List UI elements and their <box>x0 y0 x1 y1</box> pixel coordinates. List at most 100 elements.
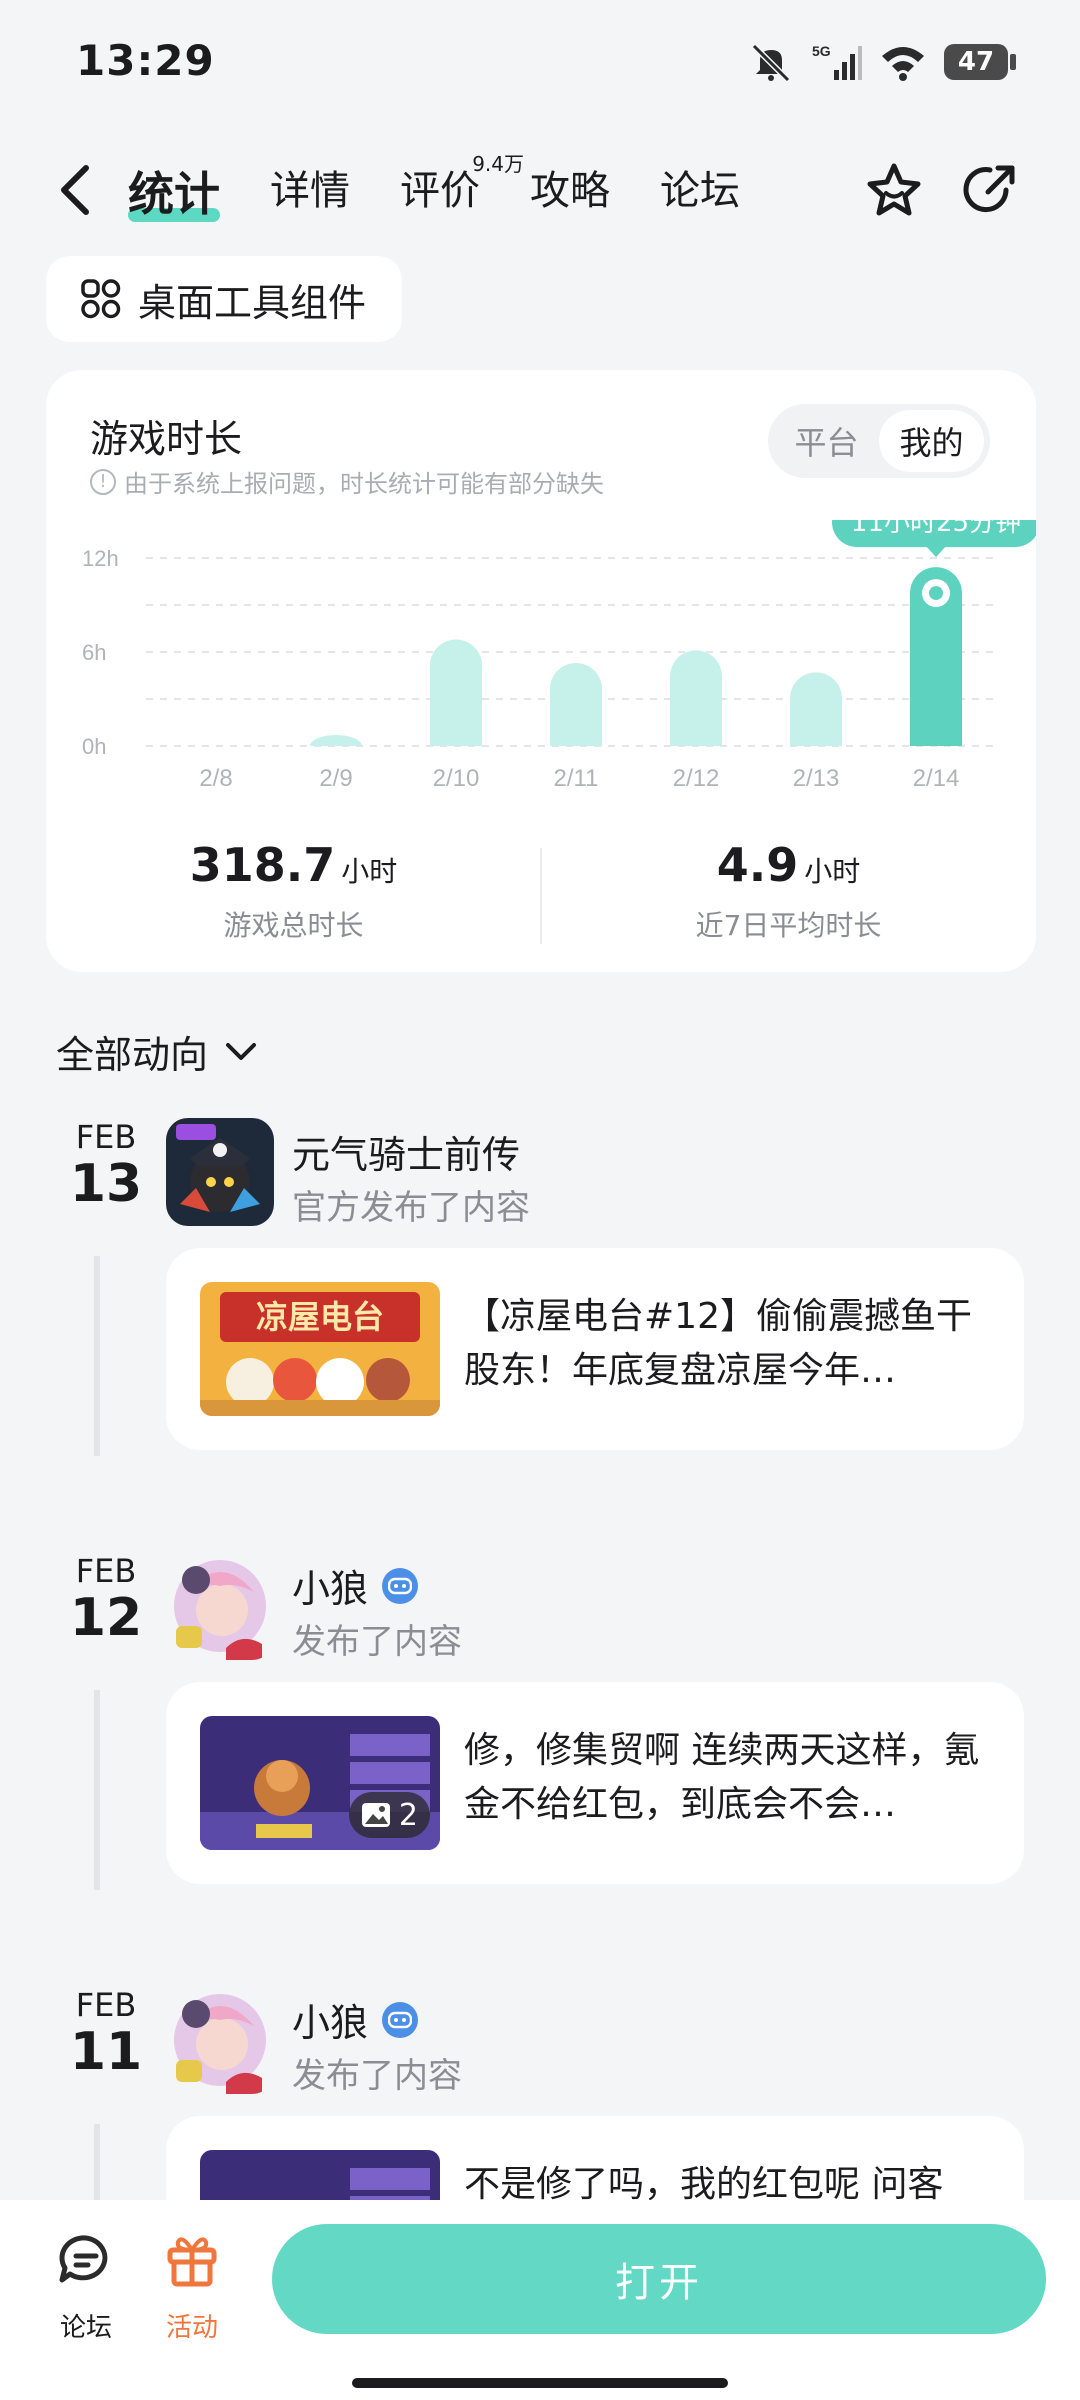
playtime-note-text: 由于系统上报问题，时长统计可能有部分缺失 <box>124 470 604 498</box>
forum-chat-icon <box>59 2235 108 2283</box>
playtime-chart: 12h 6h 0h 2/8 2/9 2/10 2/11 2/12 2/13 2/14 11小时25分… <box>82 520 1036 792</box>
activity-button[interactable]: 活动 <box>142 2230 242 2344</box>
tab-guides[interactable]: 攻略 <box>530 158 610 240</box>
total-playtime-value: 318.7 <box>189 838 336 892</box>
post-thumbnail-image: 凉屋电台 <box>200 1282 440 1416</box>
author-name: 元气骑士前传 <box>292 1133 521 1177</box>
image-count-badge: 2 <box>348 1792 430 1838</box>
widget-button-label: 桌面工具组件 <box>138 280 367 325</box>
tab-reviews[interactable]: 评价 9.4万 <box>400 152 524 240</box>
post-excerpt: 【凉屋电台#12】偷偷震撼鱼干股东！年底复盘凉屋今年… <box>464 1296 972 1391</box>
bar <box>550 662 602 746</box>
bar <box>670 650 722 746</box>
bar <box>790 672 842 746</box>
entry-author[interactable]: 元气骑士前传 <box>292 1124 520 1179</box>
tab-reviews-label: 评价 <box>400 168 480 214</box>
chevron-down-icon <box>226 1042 257 1060</box>
user-avatar[interactable] <box>166 1552 274 1660</box>
feed-filter-dropdown[interactable]: 全部动向 <box>56 1024 258 1079</box>
gamepad-icon <box>388 1577 413 1594</box>
post-thumbnail: 凉屋电台 <box>200 1282 440 1416</box>
home-indicator <box>352 2378 728 2388</box>
timeline-line <box>94 1256 100 1456</box>
verified-badge-icon <box>382 1567 419 1604</box>
playtime-note: ! 由于系统上报问题，时长统计可能有部分缺失 <box>90 464 604 499</box>
average-playtime-label: 近7日平均时长 <box>695 909 882 942</box>
game-avatar[interactable] <box>166 1118 274 1226</box>
user-avatar[interactable] <box>166 1986 274 2094</box>
post-card[interactable]: 凉屋电台 【凉屋电台#12】偷偷震撼鱼干股东！年底复盘凉屋今年… <box>166 1248 1024 1450</box>
entry-day: 13 <box>69 1154 143 1214</box>
user-avatar-image <box>166 1986 274 2094</box>
tab-details[interactable]: 详情 <box>270 158 350 240</box>
bar <box>310 735 362 746</box>
game-logo-image <box>166 1118 274 1226</box>
x-tick-label: 2/11 <box>554 765 599 792</box>
open-game-button[interactable]: 打开 <box>272 2224 1046 2334</box>
share-icon[interactable] <box>960 160 1020 220</box>
entry-action: 发布了内容 <box>292 1622 462 1662</box>
entry-date: FEB 11 <box>66 1986 146 2081</box>
total-playtime: 318.7 小时 游戏总时长 <box>46 838 541 944</box>
tab-stats-label: 统计 <box>128 167 220 221</box>
tab-forum-label: 论坛 <box>660 168 740 214</box>
bottom-action-bar: 论坛 活动 打开 <box>0 2200 1080 2400</box>
total-playtime-label: 游戏总时长 <box>223 909 364 942</box>
x-tick-label: 2/8 <box>199 765 232 792</box>
signal-5g-icon: 5G <box>812 43 862 80</box>
entry-action: 官方发布了内容 <box>292 1188 530 1228</box>
entry-author[interactable]: 小狼 <box>292 1992 419 2047</box>
entry-action: 发布了内容 <box>292 2056 462 2096</box>
post-excerpt: 修，修集贸啊 连续两天这样，氪金不给红包，到底会不会… <box>464 1730 980 1825</box>
source-toggle: 平台 我的 <box>768 404 990 478</box>
tab-bar: 统计 详情 评价 9.4万 攻略 论坛 <box>128 152 740 240</box>
forum-label: 论坛 <box>59 2313 112 2343</box>
desktop-widget-button[interactable]: 桌面工具组件 <box>46 256 403 342</box>
image-icon <box>361 1803 390 1827</box>
x-tick-label: 2/10 <box>433 765 480 792</box>
entry-day: 12 <box>69 1588 143 1648</box>
tab-stats[interactable]: 统计 <box>128 158 220 240</box>
post-thumbnail: 2 <box>200 1716 440 1850</box>
widget-grid-icon <box>81 279 121 319</box>
y-tick-label: 6h <box>82 640 106 665</box>
toggle-mine[interactable]: 我的 <box>879 410 984 472</box>
playtime-title: 游戏时长 <box>90 417 243 461</box>
x-tick-label: 2/9 <box>319 765 352 792</box>
verified-badge-icon <box>382 2001 419 2038</box>
average-playtime-value: 4.9 <box>716 838 799 892</box>
battery-indicator: 47 <box>944 44 1016 80</box>
entry-date: FEB 12 <box>66 1552 146 1647</box>
tab-forum[interactable]: 论坛 <box>660 158 740 240</box>
wifi-icon <box>882 47 924 81</box>
post-card[interactable]: 2 修，修集贸啊 连续两天这样，氪金不给红包，到底会不会… <box>166 1682 1024 1884</box>
average-playtime: 4.9 小时 近7日平均时长 <box>541 838 1036 944</box>
entry-month: FEB <box>75 1118 137 1156</box>
toggle-platform[interactable]: 平台 <box>774 410 879 472</box>
highlight-tooltip-pointer <box>926 546 946 558</box>
entry-date: FEB 13 <box>66 1118 146 1213</box>
author-name: 小狼 <box>292 2001 369 2045</box>
author-name: 小狼 <box>292 1567 369 1611</box>
total-playtime-unit: 小时 <box>341 855 398 888</box>
top-nav: 统计 详情 评价 9.4万 攻略 论坛 <box>0 140 1080 240</box>
gamepad-icon <box>388 2011 413 2028</box>
user-avatar-image <box>166 1552 274 1660</box>
image-count: 2 <box>398 1797 418 1833</box>
feed-filter-label: 全部动向 <box>56 1033 209 1077</box>
thumbnail-title: 凉屋电台 <box>256 1298 384 1336</box>
back-arrow-icon[interactable] <box>56 162 96 218</box>
mute-bell-icon <box>751 43 791 82</box>
x-tick-label: 2/14 <box>913 765 960 792</box>
entry-author[interactable]: 小狼 <box>292 1558 419 1613</box>
network-label: 5G <box>812 43 831 59</box>
forum-button[interactable]: 论坛 <box>36 2230 136 2344</box>
review-count: 9.4万 <box>472 152 524 176</box>
highlight-tooltip-label: 11小时25分钟 <box>851 520 1021 538</box>
y-tick-label: 0h <box>82 734 106 759</box>
entry-month: FEB <box>75 1986 137 2024</box>
favorite-star-icon[interactable] <box>864 160 924 220</box>
gift-icon <box>167 2237 217 2287</box>
x-tick-label: 2/12 <box>673 765 720 792</box>
entry-month: FEB <box>75 1552 137 1590</box>
